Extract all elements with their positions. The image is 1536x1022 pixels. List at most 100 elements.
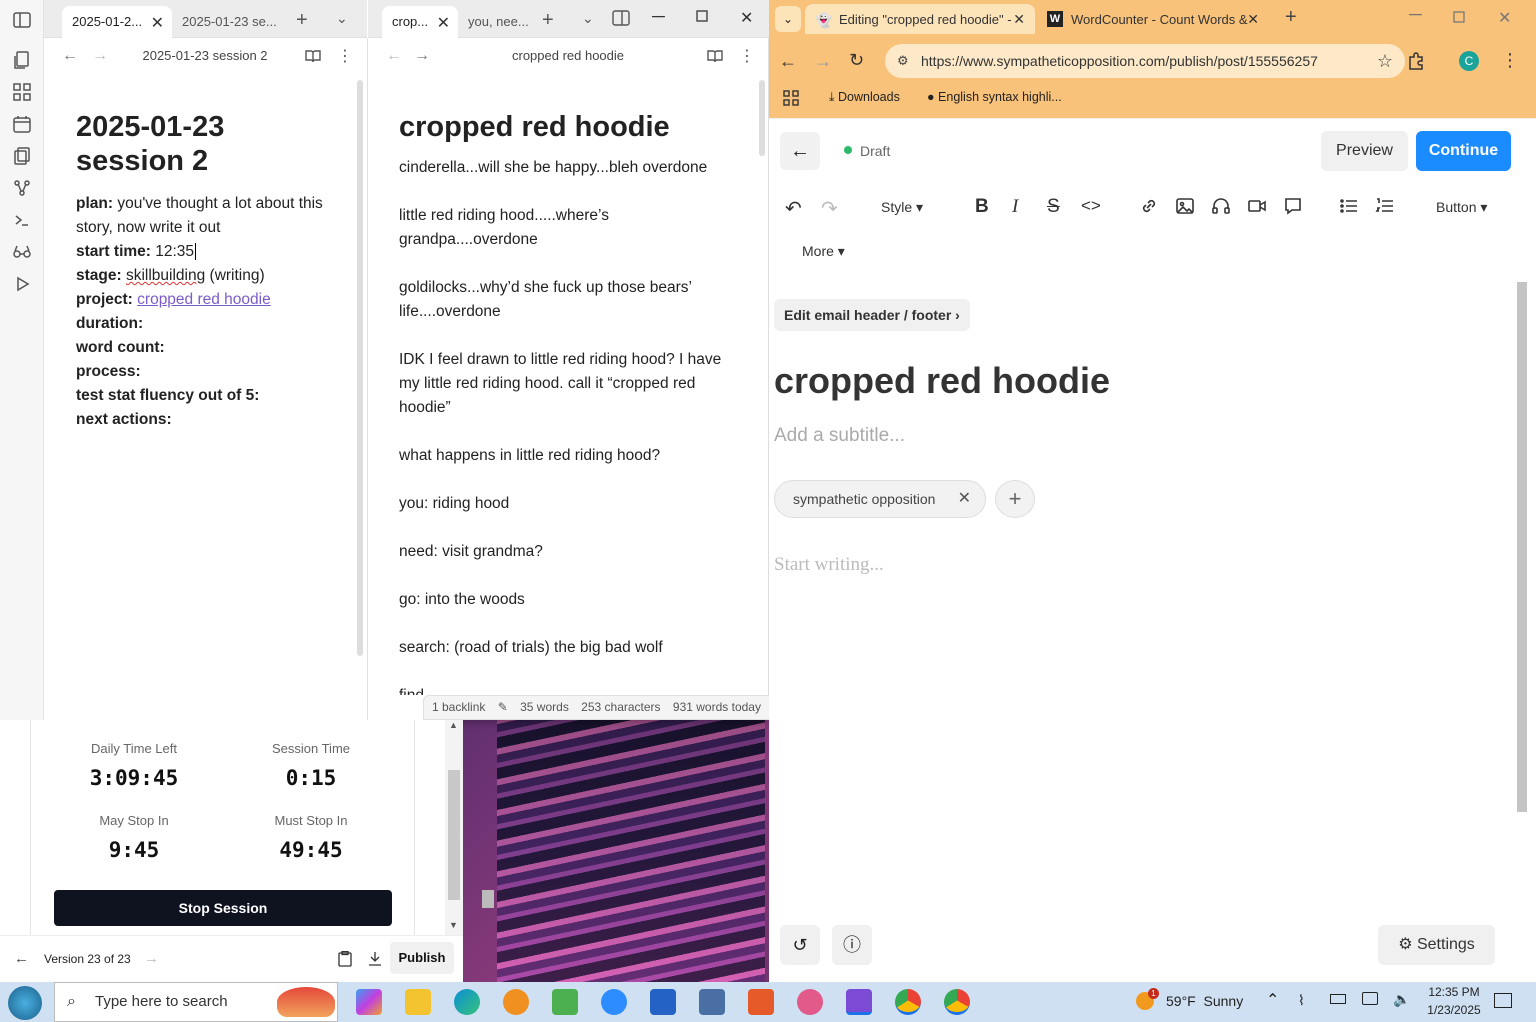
open-note-icon[interactable] (12, 50, 32, 70)
tab-you-need[interactable]: you, nee... (458, 6, 534, 38)
minimize-icon[interactable]: ─ (652, 6, 665, 27)
download-icon[interactable] (368, 951, 382, 967)
close-tab-icon[interactable]: ✕ (1247, 11, 1259, 28)
prop-word-count[interactable]: word count: (76, 336, 336, 360)
redo-icon[interactable]: ↷ (821, 196, 843, 220)
chrome-icon[interactable] (895, 989, 921, 1015)
app-icon[interactable] (748, 989, 774, 1015)
tab-search-icon[interactable]: ⌄ (775, 6, 801, 32)
battery-icon[interactable] (1330, 994, 1346, 1004)
next-version-icon[interactable]: → (144, 950, 159, 967)
prop-plan[interactable]: plan: you've thought a lot about this st… (76, 192, 336, 240)
edit-mode-icon[interactable]: ✎ (498, 700, 508, 714)
copy-icon[interactable] (12, 146, 32, 166)
apps-grid-icon[interactable] (783, 90, 799, 106)
chevron-down-icon[interactable]: ⌄ (582, 10, 594, 27)
snipping-icon[interactable] (797, 989, 823, 1015)
edit-email-header-button[interactable]: Edit email header / footer › (774, 299, 970, 331)
tab-editing-post[interactable]: 👻 Editing "cropped red hoodie" - ✕ (805, 4, 1035, 34)
editor-scrollbar[interactable] (1517, 282, 1527, 812)
chrome-profile-icon[interactable] (944, 989, 970, 1015)
site-info-icon[interactable]: ⚙ (897, 44, 909, 78)
search-app-icon[interactable] (503, 989, 529, 1015)
canvas-icon[interactable] (12, 82, 32, 102)
minimize-icon[interactable]: ─ (1409, 4, 1422, 25)
note-body[interactable]: cropped red hoodie cinderella...will she… (399, 110, 729, 695)
prop-duration[interactable]: duration: (76, 312, 336, 336)
button-dropdown[interactable]: Button ▾ (1436, 199, 1487, 216)
tab-session-note[interactable]: 2025-01-2... ✕ (62, 6, 172, 38)
more-options-icon[interactable]: ⋮ (337, 46, 353, 66)
prop-next-actions[interactable]: next actions: (76, 408, 336, 432)
terminal-icon[interactable] (12, 210, 32, 230)
close-window-icon[interactable]: ✕ (1498, 8, 1511, 28)
undo-icon[interactable]: ↶ (785, 196, 807, 220)
new-tab-icon[interactable]: + (296, 9, 308, 32)
settings-button[interactable]: ⚙ Settings (1378, 925, 1495, 965)
graph-icon[interactable] (12, 178, 32, 198)
publish-button[interactable]: Publish (390, 942, 454, 974)
prop-project[interactable]: project: cropped red hoodie (76, 288, 336, 312)
left-scrollbar[interactable] (357, 80, 363, 656)
project-link[interactable]: cropped red hoodie (137, 291, 271, 308)
quote-icon[interactable] (1283, 196, 1305, 218)
address-bar[interactable]: ⚙ https://www.sympatheticopposition.com/… (885, 44, 1405, 78)
video-icon[interactable] (1247, 196, 1269, 218)
weather-text[interactable]: 59°F Sunny (1166, 993, 1243, 1009)
start-button[interactable] (8, 986, 42, 1020)
chevron-up-icon[interactable]: ⌃ (1266, 990, 1279, 1010)
preview-button[interactable]: Preview (1321, 131, 1408, 171)
link-icon[interactable] (1139, 196, 1161, 218)
forward-icon[interactable]: → (92, 47, 108, 65)
calendar-icon[interactable] (12, 114, 32, 134)
volume-icon[interactable]: 🔈 (1393, 991, 1410, 1008)
clock-time[interactable]: 12:35 PM (1424, 985, 1484, 999)
post-title[interactable]: cropped red hoodie (774, 360, 1110, 402)
tab-cropped-red-hoodie[interactable]: crop... ✕ (382, 6, 458, 38)
info-icon[interactable]: ⓘ (832, 925, 872, 965)
copilot-icon[interactable] (356, 989, 382, 1015)
prop-process[interactable]: process: (76, 360, 336, 384)
chrome-menu-icon[interactable]: ⋮ (1501, 50, 1519, 71)
image-icon[interactable] (1175, 196, 1197, 218)
timer-scrollbar[interactable]: ▲ ▼ (445, 720, 463, 935)
history-icon[interactable]: ↺ (780, 925, 820, 965)
new-tab-icon[interactable]: + (1285, 6, 1297, 29)
extensions-icon[interactable] (1407, 52, 1425, 70)
network-icon[interactable]: ⌇ (1298, 992, 1305, 1009)
close-window-icon[interactable]: ✕ (740, 8, 753, 28)
forward-icon[interactable]: → (414, 47, 430, 65)
reading-view-icon[interactable] (707, 48, 723, 64)
bookmark-syntax[interactable]: ● English syntax highli... (927, 90, 1062, 104)
bookmark-downloads[interactable]: ⤓ Downloads (829, 90, 900, 105)
numbered-list-icon[interactable] (1375, 196, 1397, 218)
forward-icon[interactable]: → (814, 51, 832, 72)
subtitle-input[interactable]: Add a subtitle... (774, 425, 905, 447)
reading-view-icon[interactable] (305, 48, 321, 64)
style-dropdown[interactable]: Style ▾ (881, 199, 923, 216)
italic-icon[interactable]: I (1012, 196, 1034, 218)
audio-icon[interactable] (1211, 196, 1233, 218)
glasses-icon[interactable] (12, 242, 32, 262)
prop-fluency[interactable]: test stat fluency out of 5: (76, 384, 336, 408)
tag-chip[interactable]: sympathetic opposition ✕ (774, 480, 986, 518)
play-icon[interactable] (12, 274, 32, 294)
split-view-icon[interactable] (612, 10, 630, 26)
prop-start-time[interactable]: start time: 12:35 (76, 240, 336, 264)
maximize-icon[interactable] (696, 10, 708, 22)
reload-icon[interactable]: ↻ (849, 50, 864, 71)
more-dropdown[interactable]: More ▾ (802, 243, 845, 260)
sheets-icon[interactable] (552, 989, 578, 1015)
calculator-icon[interactable] (699, 989, 725, 1015)
tab-session-note-2[interactable]: 2025-01-23 se... (172, 6, 282, 38)
back-icon[interactable]: ← (779, 51, 797, 72)
close-tab-icon[interactable]: ✕ (1013, 11, 1025, 28)
body-editor[interactable]: Start writing... (774, 554, 884, 576)
file-explorer-icon[interactable] (405, 989, 431, 1015)
display-icon[interactable] (1362, 992, 1378, 1005)
remove-tag-icon[interactable]: ✕ (958, 481, 971, 517)
close-tab-icon[interactable]: ✕ (437, 13, 450, 33)
obsidian-icon[interactable] (846, 989, 872, 1015)
editor-back-button[interactable]: ← (780, 132, 820, 170)
tab-wordcounter[interactable]: W WordCounter - Count Words & ✕ (1037, 4, 1269, 34)
